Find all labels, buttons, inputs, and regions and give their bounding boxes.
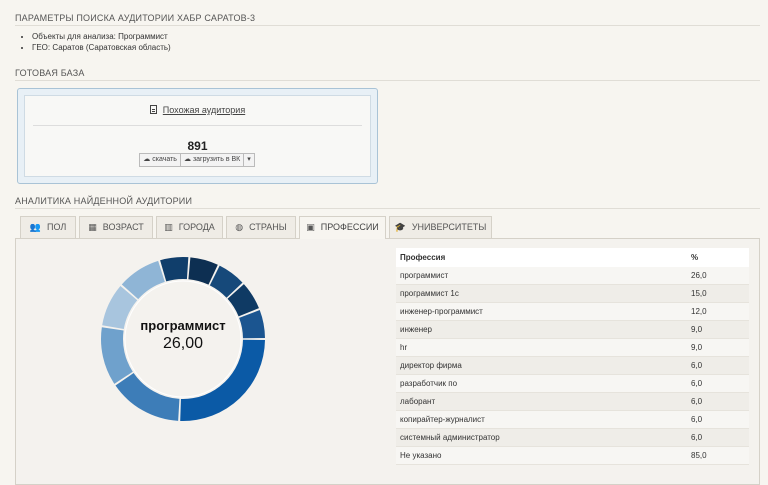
donut-center-name: программист: [140, 318, 226, 333]
tab-label: ПОЛ: [46, 222, 67, 232]
analytics-title: АНАЛИТИКА НАЙДЕННОЙ АУДИТОРИИ: [15, 196, 193, 206]
tab-countries[interactable]: ◍ СТРАНЫ: [226, 216, 296, 238]
table-header-row: Профессия %: [396, 248, 749, 267]
tab-label: УНИВЕРСИТЕТЫ: [411, 222, 487, 232]
profession-cell: Не указано: [396, 446, 687, 465]
params-item: ГЕО: Саратов (Саратовская область): [32, 42, 171, 53]
profession-cell: инженер-программист: [396, 302, 687, 321]
donut-slice[interactable]: [160, 257, 189, 282]
percent-cell: 15,0: [687, 284, 749, 303]
percent-cell: 6,0: [687, 428, 749, 447]
base-card-inner: Похожая аудитория 891 ☁ скачать ☁ загрузить…: [24, 95, 371, 177]
tab-professions[interactable]: ▣ ПРОФЕССИИ: [299, 216, 386, 239]
tab-label: СТРАНЫ: [249, 222, 287, 232]
divider: [15, 25, 760, 26]
divider: [15, 80, 760, 81]
profession-cell: hr: [396, 338, 687, 357]
tab-label: ГОРОДА: [178, 222, 215, 232]
table-row: разработчик по 6,0: [396, 374, 749, 393]
similar-audience-label[interactable]: Похожая аудитория: [163, 105, 245, 115]
table-row: лаборант 6,0: [396, 392, 749, 411]
cloud-download-icon: ☁: [143, 156, 151, 163]
table-row: инженер-программист 12,0: [396, 302, 749, 321]
graduation-cap-icon: 🎓: [394, 222, 406, 232]
base-title: ГОТОВАЯ БАЗА: [15, 68, 85, 78]
params-list: Объекты для анализа: ПрограммистГЕО: Сар…: [22, 31, 171, 53]
table-row: системный администратор 6,0: [396, 428, 749, 447]
tab-label: ПРОФЕССИИ: [320, 222, 379, 232]
table-row: hr 9,0: [396, 338, 749, 357]
dropdown-toggle-button[interactable]: ▾: [243, 153, 255, 167]
table-row: программист 26,0: [396, 267, 749, 285]
donut-slice[interactable]: [115, 373, 180, 421]
donut-center-label: программист 26,00: [100, 318, 266, 353]
params-title: ПАРАМЕТРЫ ПОИСКА АУДИТОРИИ ХАБР САРАТОВ-…: [15, 13, 256, 23]
upload-vk-button[interactable]: ☁ загрузить в ВК: [179, 153, 245, 167]
column-header-percent: %: [687, 248, 749, 267]
percent-cell: 9,0: [687, 338, 749, 357]
professions-table: Профессия % программист 26,0 программист 1…: [396, 248, 749, 465]
table-row: программист 1с 15,0: [396, 284, 749, 303]
percent-cell: 85,0: [687, 446, 749, 465]
base-card: Похожая аудитория 891 ☁ скачать ☁ загрузить…: [17, 88, 378, 184]
table-row: инженер 9,0: [396, 320, 749, 339]
profession-cell: инженер: [396, 320, 687, 339]
profession-cell: директор фирма: [396, 356, 687, 375]
percent-cell: 6,0: [687, 356, 749, 375]
globe-icon: ◍: [235, 222, 244, 232]
profession-cell: копирайтер-журналист: [396, 410, 687, 429]
tab-label: ВОЗРАСТ: [102, 222, 144, 232]
params-item: Объекты для анализа: Программист: [32, 31, 171, 42]
table-row: копирайтер-журналист 6,0: [396, 410, 749, 429]
caret-down-icon: ▾: [247, 156, 251, 163]
donut-center-value: 26,00: [162, 335, 204, 352]
divider: [33, 125, 362, 126]
building-icon: ▥: [164, 222, 173, 232]
percent-cell: 6,0: [687, 392, 749, 411]
download-button[interactable]: ☁ скачать: [139, 153, 181, 167]
profession-cell: программист 1с: [396, 284, 687, 303]
document-icon: [149, 105, 157, 114]
button-group: ☁ скачать ☁ загрузить в ВК ▾: [25, 153, 370, 167]
percent-cell: 6,0: [687, 410, 749, 429]
profession-cell: системный администратор: [396, 428, 687, 447]
profession-cell: разработчик по: [396, 374, 687, 393]
briefcase-icon: ▣: [306, 222, 315, 232]
divider: [15, 208, 760, 209]
table-row: Не указано 85,0: [396, 446, 749, 465]
similar-audience-link[interactable]: Похожая аудитория: [25, 105, 370, 115]
column-header-profession: Профессия: [396, 248, 687, 267]
users-icon: 👥: [29, 222, 41, 232]
percent-cell: 26,0: [687, 267, 749, 285]
percent-cell: 12,0: [687, 302, 749, 321]
table-body: программист 26,0 программист 1с 15,0 инженер…: [396, 267, 749, 465]
upload-vk-label: загрузить в ВК: [192, 156, 241, 163]
audience-count: 891: [187, 139, 208, 153]
download-label: скачать: [152, 156, 177, 163]
profession-cell: лаборант: [396, 392, 687, 411]
cloud-upload-icon: ☁: [183, 156, 191, 163]
tab-cities[interactable]: ▥ ГОРОДА: [156, 216, 223, 238]
tab-universities[interactable]: 🎓 УНИВЕРСИТЕТЫ: [389, 216, 492, 238]
profession-cell: программист: [396, 267, 687, 285]
tab-gender[interactable]: 👥 ПОЛ: [20, 216, 76, 238]
percent-cell: 6,0: [687, 374, 749, 393]
calendar-icon: ▦: [88, 222, 97, 232]
percent-cell: 9,0: [687, 320, 749, 339]
tab-age[interactable]: ▦ ВОЗРАСТ: [79, 216, 153, 238]
table-row: директор фирма 6,0: [396, 356, 749, 375]
